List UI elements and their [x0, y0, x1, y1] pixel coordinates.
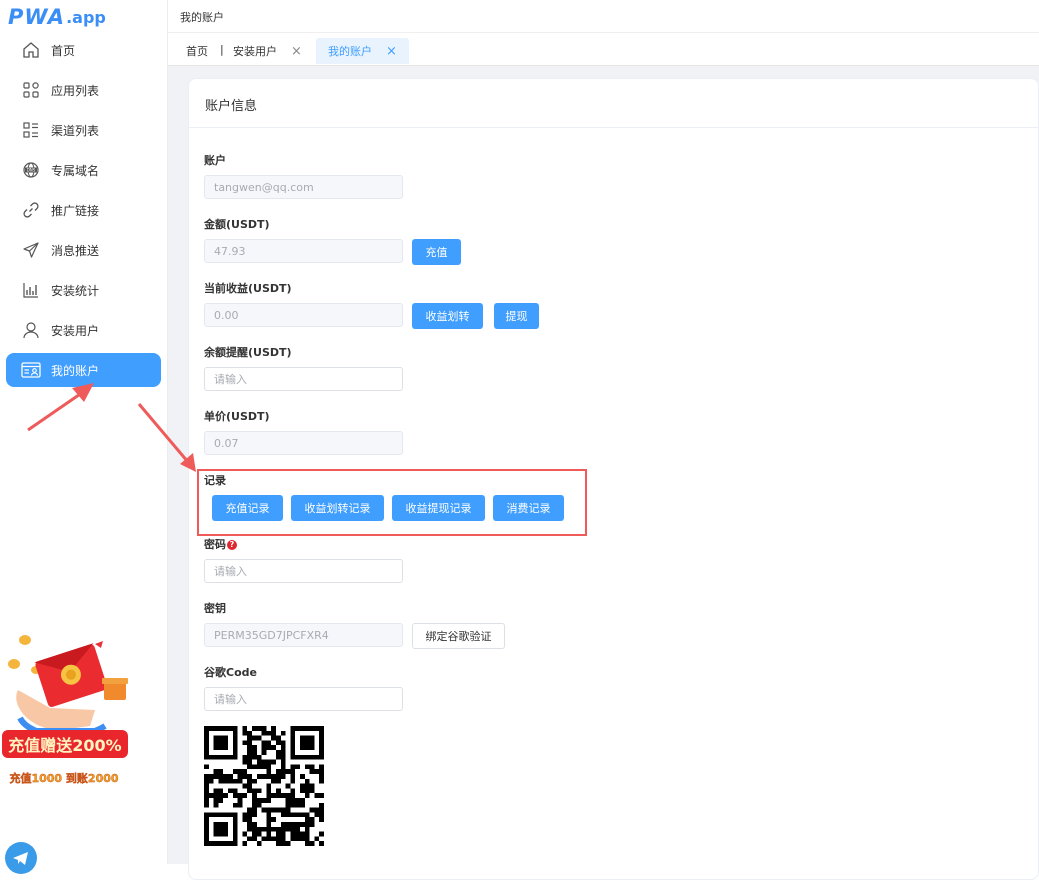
- sidebar-item-label: 渠道列表: [51, 123, 100, 138]
- earnings-field[interactable]: 0.00: [204, 303, 403, 327]
- channel-list-icon: [21, 120, 41, 140]
- send-icon: [21, 240, 41, 260]
- balance-alert-input[interactable]: 请输入: [204, 367, 403, 391]
- google-code-label: 谷歌Code: [204, 666, 257, 679]
- promo-banner[interactable]: 充值赠送200% 充值1000 到账2000: [0, 630, 135, 790]
- sidebar-item-label: 应用列表: [51, 83, 100, 98]
- tab-my-account-label: 我的账户: [328, 45, 372, 58]
- password-label-text: 密码: [204, 538, 226, 551]
- earnings-label: 当前收益(USDT): [204, 282, 292, 295]
- sidebar-item-domains[interactable]: DNS 专属域名: [6, 153, 161, 187]
- close-icon[interactable]: ×: [291, 44, 302, 59]
- google-code-input[interactable]: 请输入: [204, 687, 403, 711]
- recharge-button[interactable]: 充值: [412, 239, 461, 265]
- secret-key-field[interactable]: PERM35GD7JPCFXR4: [204, 623, 403, 647]
- highlight-box: [197, 469, 587, 536]
- sidebar-item-label: 我的账户: [51, 363, 100, 378]
- sidebar-nav: 首页 应用列表 渠道列表 DNS 专属域名 推广链接 消息推送 安装统计 安装用…: [6, 33, 161, 393]
- sidebar-item-install-stats[interactable]: 安装统计: [6, 273, 161, 307]
- password-label: 密码?: [204, 536, 237, 552]
- promo-subline: 充值1000 到账2000: [9, 771, 118, 785]
- sidebar-item-label: 安装统计: [51, 283, 100, 298]
- password-input[interactable]: 请输入: [204, 559, 403, 583]
- chart-icon: [21, 280, 41, 300]
- unit-price-label: 单价(USDT): [204, 410, 270, 423]
- card-divider: [189, 127, 1038, 128]
- tab-home[interactable]: 首页: [186, 38, 208, 64]
- logo-main-text: PWA: [8, 5, 66, 29]
- account-card-icon: [21, 360, 41, 380]
- sidebar-item-channels[interactable]: 渠道列表: [6, 113, 161, 147]
- account-label: 账户: [204, 154, 226, 167]
- account-field[interactable]: tangwen@qq.com: [204, 175, 403, 199]
- tab-install-users-label: 安装用户: [233, 45, 277, 58]
- sidebar: PWA .app 首页 应用列表 渠道列表 DNS 专属域名 推广链接 消息推送…: [0, 0, 168, 874]
- promo-headline: 充值赠送200%: [8, 736, 121, 755]
- earnings-transfer-button[interactable]: 收益划转: [412, 303, 483, 329]
- amount-label: 金额(USDT): [204, 218, 270, 231]
- top-bar: 我的账户: [168, 0, 1039, 33]
- sidebar-item-push[interactable]: 消息推送: [6, 233, 161, 267]
- tab-my-account[interactable]: 我的账户 ×: [316, 38, 409, 64]
- card-title: 账户信息: [205, 99, 258, 114]
- sidebar-item-label: 首页: [51, 43, 76, 58]
- page-breadcrumb: 我的账户: [180, 11, 224, 24]
- dns-globe-icon: DNS: [21, 160, 41, 180]
- qr-code: [204, 726, 324, 846]
- bind-google-auth-button[interactable]: 绑定谷歌验证: [412, 623, 505, 649]
- sidebar-item-label: 安装用户: [51, 323, 100, 338]
- sidebar-item-install-users[interactable]: 安装用户: [6, 313, 161, 347]
- logo-ext-text: .app: [66, 8, 106, 27]
- sidebar-item-label: 专属域名: [51, 163, 100, 178]
- help-icon[interactable]: ?: [227, 540, 237, 550]
- tab-separator: |: [220, 43, 224, 56]
- apps-grid-icon: [21, 80, 41, 100]
- sidebar-item-label: 消息推送: [51, 243, 100, 258]
- sidebar-item-label: 推广链接: [51, 203, 100, 218]
- app-logo[interactable]: PWA .app: [8, 4, 106, 28]
- withdraw-button[interactable]: 提现: [494, 303, 539, 329]
- sidebar-item-home[interactable]: 首页: [6, 33, 161, 67]
- tab-install-users[interactable]: 安装用户 ×: [233, 38, 302, 64]
- unit-price-field[interactable]: 0.07: [204, 431, 403, 455]
- balance-alert-label: 余额提醒(USDT): [204, 346, 292, 359]
- tabs-bar: 首页 | 安装用户 × 我的账户 ×: [168, 33, 1039, 66]
- amount-field[interactable]: 47.93: [204, 239, 403, 263]
- red-envelope-illustration: 充值赠送200% 充值1000 到账2000: [2, 635, 128, 785]
- telegram-icon[interactable]: [5, 842, 37, 874]
- sidebar-item-apps[interactable]: 应用列表: [6, 73, 161, 107]
- close-icon[interactable]: ×: [386, 44, 397, 59]
- svg-text:DNS: DNS: [27, 168, 36, 173]
- home-icon: [21, 40, 41, 60]
- tab-home-label: 首页: [186, 45, 208, 58]
- secret-key-label: 密钥: [204, 602, 226, 615]
- sidebar-item-promo-links[interactable]: 推广链接: [6, 193, 161, 227]
- sidebar-item-my-account[interactable]: 我的账户: [6, 353, 161, 387]
- link-icon: [21, 200, 41, 220]
- user-icon: [21, 320, 41, 340]
